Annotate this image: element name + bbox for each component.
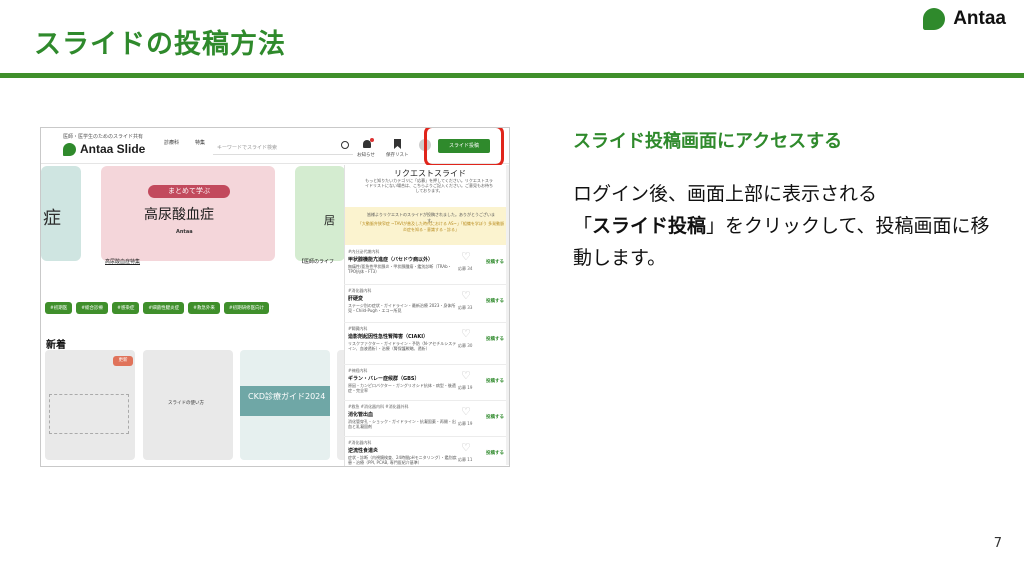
instruction-bracket: 「	[573, 215, 593, 237]
request-item: #内分泌代謝内科 甲状腺機能亢進症（バセドウ病以外） 無痛性/亜急性甲状腺炎・甲…	[344, 246, 509, 285]
heart-icon[interactable]: ♡	[461, 290, 472, 301]
tag-chip[interactable]: #初期医	[45, 302, 73, 314]
request-category: #腎臓内科	[348, 326, 368, 331]
request-desc: 原因・カンピロバクター・ガングリオシド抗体・病型・後遺症・完全率	[348, 383, 456, 393]
hero-caption-right[interactable]: 【医師のライフ	[299, 258, 334, 265]
slide-title: スライドの投稿方法	[34, 29, 286, 60]
tag-chip[interactable]: #救急外来	[188, 302, 220, 314]
request-post-link[interactable]: 投稿する	[486, 298, 504, 304]
request-desc: 消化管穿孔・ショック・ガイドライン・抗凝固薬・再開・出血と乳凝固剤	[348, 419, 456, 429]
request-category: #内分泌代謝内科	[348, 249, 380, 254]
nav-features[interactable]: 特集	[195, 139, 205, 147]
notification-dot	[370, 138, 374, 142]
request-item: #消化器内科 逆流性食道炎 症状・診断（内視鏡検査、24時間pHモニタリング）・…	[344, 437, 509, 466]
site-logo-text: Antaa Slide	[80, 142, 146, 156]
heart-icon[interactable]: ♡	[461, 442, 472, 453]
hero-caption-left[interactable]: 高尿酸血症特集	[105, 258, 140, 265]
hero-card-right[interactable]	[295, 166, 345, 261]
page-number: 7	[993, 536, 1002, 551]
panel-scrollbar[interactable]	[506, 165, 509, 465]
request-name: 肝硬変	[348, 296, 364, 302]
request-item: #救急 #消化器内科 #消化器外科 消化管出血 消化管穿孔・ショック・ガイドライ…	[344, 401, 509, 437]
antaa-slide-screenshot: 医師・医学生のためのスライド共有 Antaa Slide 診療科 特集 キーワー…	[40, 127, 510, 467]
heart-icon[interactable]: ♡	[461, 328, 472, 339]
search-icon[interactable]	[341, 141, 349, 149]
instruction-line: ログイン後、画面上部に表示される	[573, 183, 878, 205]
slide-thumbnail	[49, 394, 129, 434]
search-input[interactable]: キーワードでスライド検索	[213, 138, 353, 155]
update-badge: 更新	[113, 356, 133, 366]
instruction-emphasis: スライド投稿	[592, 215, 707, 237]
antaa-logo-icon	[923, 8, 946, 30]
request-desc: ステージ別の症状・ガイドライン・最新治療 2023・身体所見・Child-Pug…	[348, 303, 456, 313]
site-tagline: 医師・医学生のためのスライド共有	[63, 134, 144, 140]
request-post-link[interactable]: 投稿する	[486, 450, 504, 456]
title-divider	[0, 73, 1024, 78]
request-name: 消化管出血	[348, 412, 374, 418]
request-category: #神経内科	[348, 368, 368, 373]
tag-list: #初期医 #総合診療 #感染症 #細菌性腱炎症 #救急外来 #初期研修医向け	[45, 302, 270, 314]
request-item: #消化器内科 肝硬変 ステージ別の症状・ガイドライン・最新治療 2023・身体所…	[344, 285, 509, 323]
request-post-link[interactable]: 投稿する	[486, 336, 504, 342]
new-section-heading: 新着	[46, 340, 66, 351]
antaa-slide-logo-icon	[63, 142, 76, 156]
request-item: #腎臓内科 造影剤起因性急性腎障害（CIAKI） リスクファクター・ガイドライン…	[344, 323, 509, 365]
heart-icon[interactable]: ♡	[461, 251, 472, 262]
highlight-box	[424, 128, 504, 167]
tag-chip[interactable]: #細菌性腱炎症	[143, 302, 185, 314]
request-name: 逆流性食道炎	[348, 448, 379, 454]
hero-right-text: 居	[324, 214, 335, 227]
saved-list-label[interactable]: 保存リスト	[386, 152, 409, 158]
heart-icon[interactable]: ♡	[461, 370, 472, 381]
section-heading: スライド投稿画面にアクセスする	[573, 131, 843, 152]
request-count: 応募 19	[458, 385, 473, 390]
request-item: #神経内科 ギラン・バレー症候群（GBS） 原因・カンピロバクター・ガングリオシ…	[344, 365, 509, 401]
request-name: 甲状腺機能亢進症（バセドウ病以外）	[348, 257, 434, 263]
request-name: 造影剤起因性急性腎障害（CIAKI）	[348, 334, 429, 340]
request-count: 応募 30	[458, 343, 473, 348]
request-post-link[interactable]: 投稿する	[486, 414, 504, 420]
slide-card-title: CKD診療ガイド2024	[248, 392, 326, 401]
request-desc: 無痛性/亜急性甲状腺炎・甲状腺腫瘍・鑑別診断（TRAb・TPO抗体・FT3）	[348, 264, 452, 274]
notice-label[interactable]: お知らせ	[357, 152, 375, 158]
request-name: ギラン・バレー症候群（GBS）	[348, 376, 420, 382]
tag-chip[interactable]: #感染症	[112, 302, 140, 314]
brand-logo: Antaa	[923, 8, 1006, 30]
request-count: 応募 19	[458, 421, 473, 426]
request-count: 応募 34	[458, 266, 473, 271]
request-desc: リスクファクター・ガイドライン・予防（N-アセチルシステイン、血液透析）・治療（…	[348, 341, 457, 351]
hero-title: 高尿酸血症	[144, 207, 214, 223]
site-logo[interactable]: Antaa Slide	[63, 142, 145, 156]
request-count: 応募 33	[458, 305, 473, 310]
request-category: #消化器内科	[348, 288, 372, 293]
tag-chip[interactable]: #総合診療	[76, 302, 109, 314]
request-category: #消化器内科	[348, 440, 372, 445]
slide-card-title: スライドの使い方	[168, 401, 204, 406]
instruction-text: ログイン後、画面上部に表示される 「スライド投稿」をクリックして、投稿画面に移 …	[573, 178, 1003, 274]
request-count: 応募 11	[458, 457, 473, 462]
hero-pill: まとめて学ぶ	[148, 185, 230, 198]
request-panel-desc: もっと知りたいカテゴリに「応募」を押してください。リクエストスライドリストにない…	[365, 178, 493, 193]
nav-specialty[interactable]: 診療科	[164, 139, 179, 147]
hero-left-text: 症	[43, 208, 61, 229]
instruction-line: 「スライド投稿」をクリックして、投稿画面に移	[573, 210, 1003, 242]
hero-brand: Antaa	[176, 229, 193, 235]
brand-name: Antaa	[953, 8, 1006, 29]
request-post-link[interactable]: 投稿する	[486, 378, 504, 384]
instruction-line: 動します。	[573, 247, 667, 269]
request-desc: 症状・診断（内視鏡検査、24時間pHモニタリング）・鑑別疾患・治療（PPI, P…	[348, 455, 457, 465]
heart-icon[interactable]: ♡	[461, 406, 472, 417]
instruction-rest: 」をクリックして、投稿画面に移	[706, 215, 990, 237]
request-notice-links[interactable]: 「大動脈弁狭窄症 ~TAVIが普及した時代における AS~」「組織を学ぼう 多発…	[356, 221, 506, 233]
request-post-link[interactable]: 投稿する	[486, 259, 504, 265]
request-category: #救急 #消化器内科 #消化器外科	[348, 404, 409, 409]
tag-chip[interactable]: #初期研修医向け	[223, 302, 270, 314]
